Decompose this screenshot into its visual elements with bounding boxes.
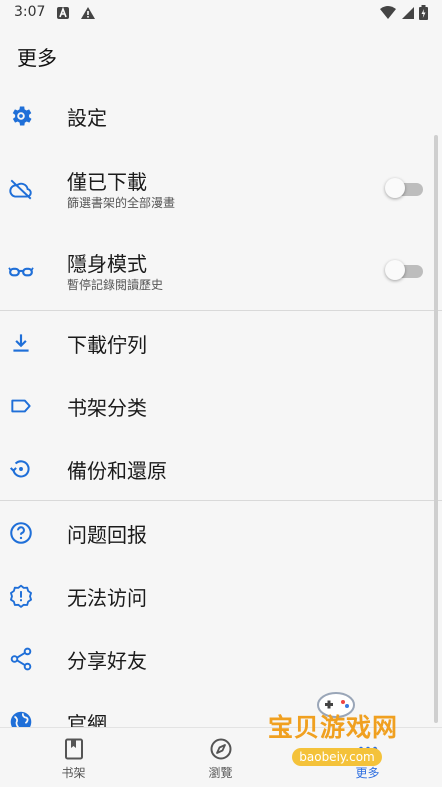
downloaded-only-label: 僅已下載	[67, 170, 147, 194]
compass-icon	[210, 738, 231, 760]
menu-item-downloaded-only[interactable]: 僅已下載 篩選書架的全部漫畫	[0, 156, 442, 219]
download-queue-label: 下載佇列	[67, 333, 147, 357]
more-menu-list[interactable]: 設定 僅已下載 篩選書架的全部漫畫 隱身模式 暫停記錄閱讀歷史 下載佇列 书架分…	[0, 84, 442, 727]
menu-item-no-access[interactable]: 无法访问	[0, 564, 442, 627]
no-access-label: 无法访问	[67, 586, 147, 610]
menu-item-backup[interactable]: 備份和還原	[0, 437, 442, 500]
report-label: 问题回报	[67, 523, 147, 547]
menu-item-report[interactable]: 问题回报	[0, 501, 442, 564]
battery-icon	[419, 5, 428, 20]
downloaded-only-subtitle: 篩選書架的全部漫畫	[67, 196, 176, 210]
download-icon	[13, 334, 29, 352]
nav-label-library: 书架	[61, 766, 86, 780]
scrollbar[interactable]	[434, 135, 438, 723]
cloud-off-icon	[9, 179, 32, 200]
page-title: 更多	[17, 46, 57, 70]
label-icon	[11, 399, 31, 413]
status-bar: 3:07	[0, 0, 442, 26]
status-notification-icons	[56, 6, 96, 20]
status-time: 3:07	[14, 4, 46, 20]
website-label: 官網	[67, 712, 107, 727]
signal-icon	[402, 6, 414, 19]
menu-item-share[interactable]: 分享好友	[0, 627, 442, 690]
menu-item-download-queue[interactable]: 下載佇列	[0, 311, 442, 374]
nav-tab-library[interactable]: 书架	[0, 728, 147, 787]
globe-icon	[10, 711, 32, 727]
incognito-toggle[interactable]	[385, 260, 423, 280]
watermark-logo: 宝贝游戏网 baobeiy.com	[262, 690, 422, 780]
downloaded-only-toggle[interactable]	[385, 178, 423, 198]
glasses-icon	[8, 267, 34, 277]
warning-icon	[81, 7, 95, 19]
alert-badge-icon	[10, 584, 32, 608]
notification-a-icon	[57, 6, 69, 19]
help-icon	[10, 522, 32, 544]
watermark-url: baobeiy.com	[292, 748, 382, 766]
share-label: 分享好友	[67, 649, 147, 673]
menu-item-categories[interactable]: 书架分类	[0, 374, 442, 437]
share-icon	[10, 647, 32, 671]
gear-icon	[12, 106, 32, 126]
toggle-thumb	[385, 178, 405, 198]
categories-label: 书架分类	[67, 396, 147, 420]
backup-label: 備份和還原	[67, 459, 167, 483]
settings-label: 設定	[67, 106, 107, 130]
backup-restore-icon	[9, 460, 30, 478]
incognito-label: 隱身模式	[67, 252, 147, 276]
book-icon	[64, 738, 83, 760]
toggle-thumb	[385, 260, 405, 280]
watermark-text: 宝贝游戏网	[268, 713, 399, 742]
wifi-icon	[380, 5, 396, 19]
status-system-icons	[379, 5, 428, 20]
top-app-bar: 更多	[0, 26, 442, 84]
incognito-subtitle: 暫停記錄閱讀歷史	[67, 278, 164, 292]
menu-item-settings[interactable]: 設定	[0, 84, 442, 147]
menu-item-incognito[interactable]: 隱身模式 暫停記錄閱讀歷史	[0, 238, 442, 301]
